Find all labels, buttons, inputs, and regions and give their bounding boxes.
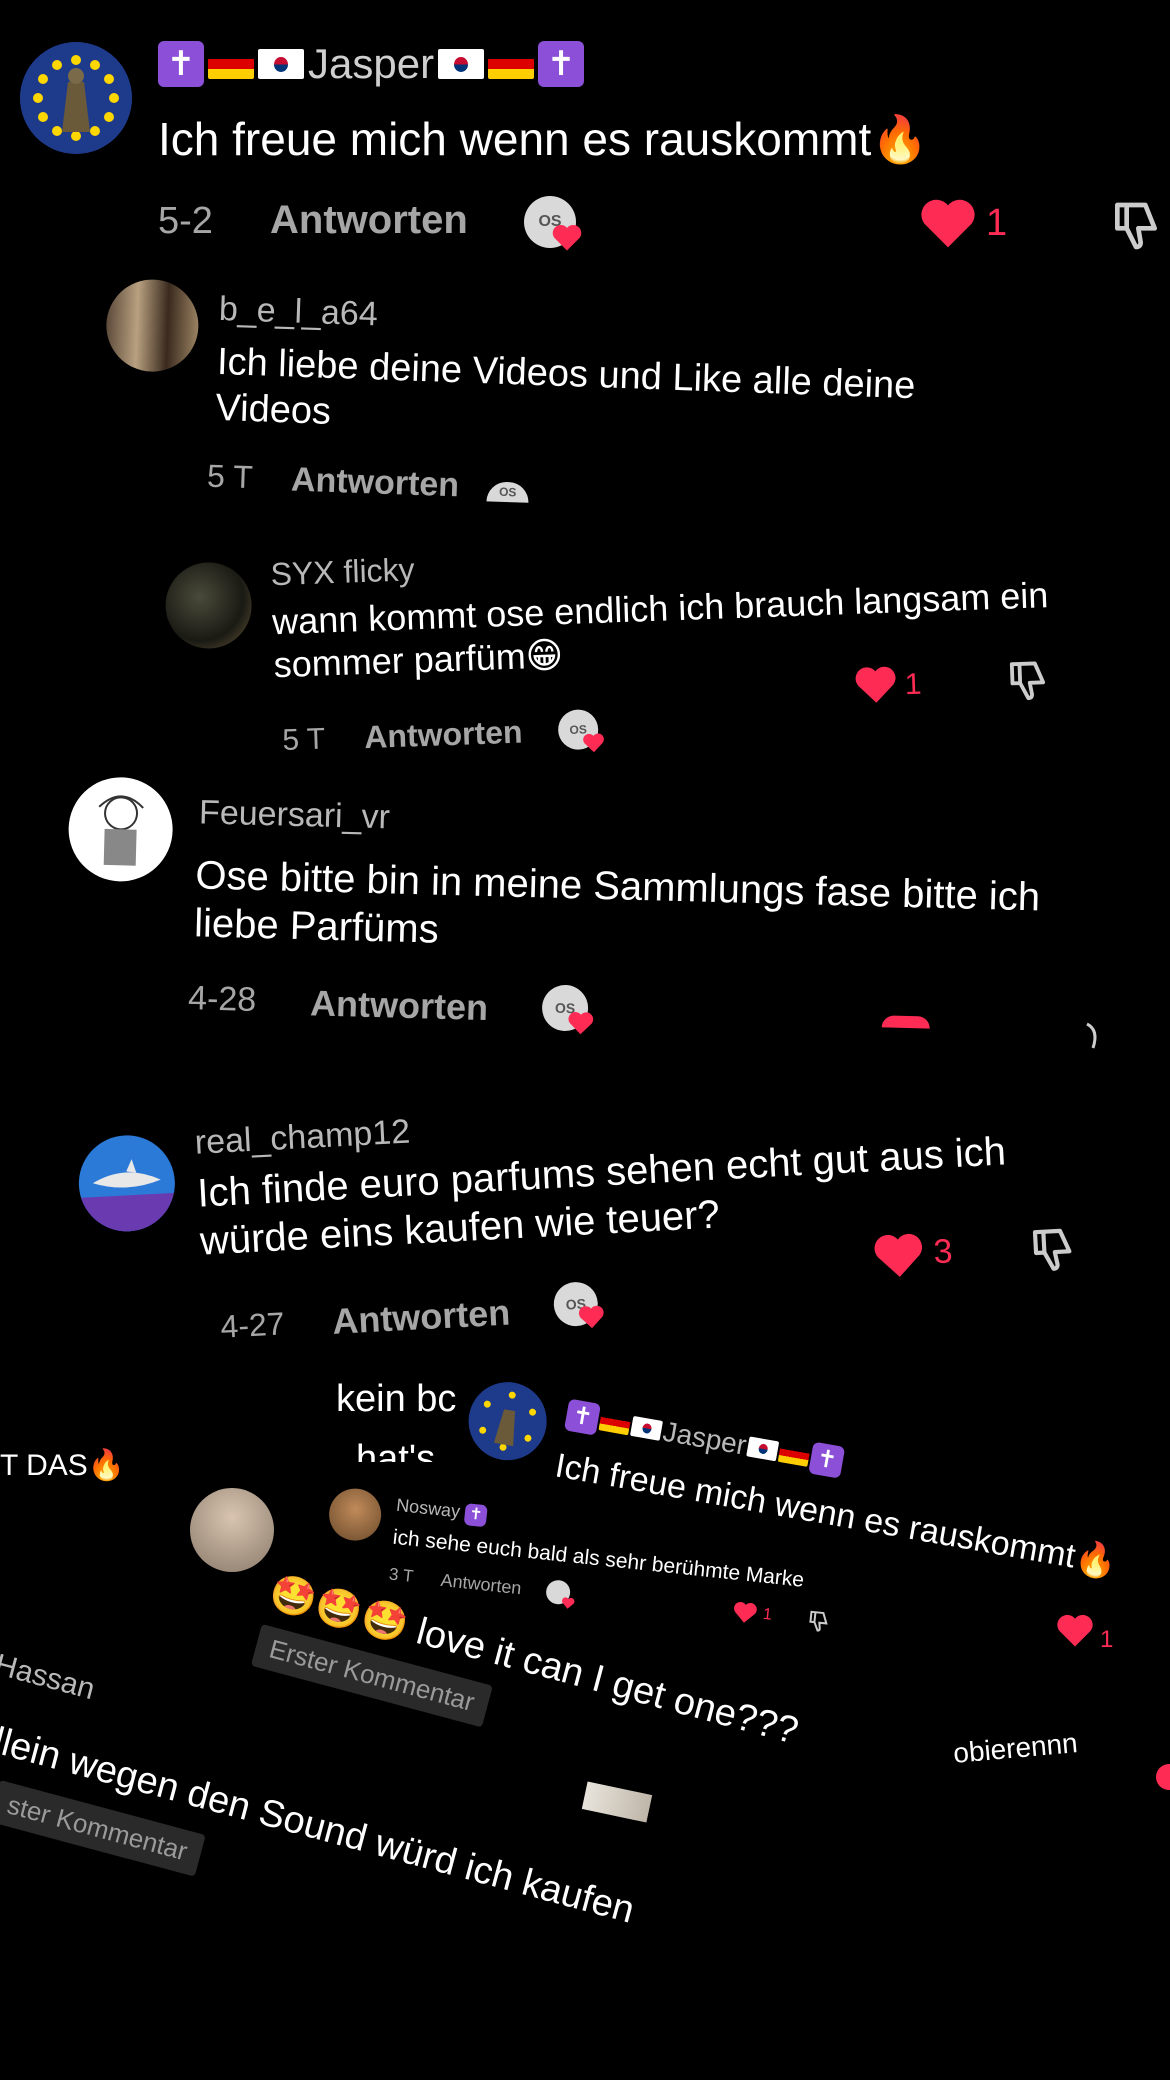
comment-text: Ich freue mich wenn es rauskommt🔥	[158, 113, 929, 165]
comment-feuersari: Feuersari_vr Ose bitte bin in meine Samm…	[63, 776, 1130, 1084]
username[interactable]: b_e_l_a64	[218, 290, 378, 335]
dislike-icon[interactable]	[1108, 198, 1164, 254]
username[interactable]: Feuersari_vr	[199, 793, 391, 837]
cross-emoji-icon: ✝	[463, 1503, 488, 1528]
fire-emoji-icon: 🔥	[87, 1449, 126, 1482]
avatar[interactable]	[20, 42, 132, 154]
heart-icon	[578, 1305, 604, 1329]
comment-bela: b_e_l_a64 Ich liebe deine Videos und Lik…	[100, 278, 1008, 549]
like-count: 1	[904, 667, 923, 702]
comment-date: 5 T	[206, 457, 254, 496]
fragment-kein: kein bc	[336, 1378, 457, 1420]
comment-date: 4-28	[187, 979, 257, 1019]
creator-like-badge: OS	[541, 984, 594, 1035]
reply-button[interactable]: Antworten	[331, 1292, 511, 1343]
heart-icon	[562, 1597, 575, 1609]
like-heart-icon[interactable]	[920, 198, 976, 250]
korea-flag-icon	[629, 1415, 663, 1441]
avatar[interactable]	[462, 1376, 553, 1467]
reply-button[interactable]: Antworten	[310, 982, 489, 1029]
shark-avatar-icon	[79, 1159, 178, 1234]
creator-like-badge: OS	[552, 1280, 604, 1329]
korea-flag-icon	[258, 49, 304, 79]
reply-button[interactable]: Antworten	[440, 1570, 523, 1599]
like-count: 1	[762, 1605, 773, 1624]
dislike-icon[interactable]	[1026, 1224, 1079, 1277]
heart-icon	[552, 224, 582, 251]
reply-button[interactable]: Antworten	[364, 714, 523, 756]
eu-stars-icon	[468, 1382, 547, 1461]
like-heart-icon[interactable]	[873, 1232, 925, 1281]
drawing-avatar-icon	[98, 795, 144, 866]
comment-text: Ich liebe deine Videos und Like alle dei…	[214, 340, 917, 433]
like-heart-icon[interactable]	[1056, 1614, 1094, 1648]
username[interactable]: SYX flicky	[270, 551, 415, 593]
heart-icon	[568, 1012, 594, 1035]
comment-date: 4-27	[219, 1305, 286, 1345]
avatar[interactable]	[190, 1488, 274, 1572]
fire-emoji-icon: 🔥	[871, 113, 929, 165]
avatar[interactable]	[164, 560, 254, 650]
germany-flag-icon	[777, 1442, 811, 1467]
reply-button[interactable]: Antworten	[270, 198, 468, 243]
like-heart-icon[interactable]	[732, 1601, 758, 1625]
comment-date: 3 T	[388, 1564, 415, 1586]
avatar[interactable]	[326, 1486, 384, 1544]
heart-icon	[583, 733, 604, 753]
cross-emoji-icon: ✝	[158, 41, 204, 87]
germany-flag-icon	[598, 1410, 632, 1436]
creator-like-badge: OS	[524, 196, 582, 251]
comment-date: 5 T	[281, 722, 326, 757]
username[interactable]: real_champ12	[194, 1113, 411, 1163]
germany-flag-icon	[488, 49, 535, 79]
germany-flag-icon	[208, 49, 254, 79]
comment-text: Ose bitte bin in meine Sammlungs fase bi…	[193, 853, 1041, 952]
avatar[interactable]	[67, 776, 174, 883]
like-count: 1	[986, 202, 1008, 244]
creator-like-badge: OS	[486, 481, 530, 503]
cross-emoji-icon: ✝	[808, 1441, 846, 1479]
comment-syx: SYX flicky wann kommt ose endlich ich br…	[164, 528, 1091, 780]
avatar[interactable]	[104, 278, 200, 374]
username[interactable]: ✝ Jasper ✝	[158, 40, 585, 88]
like-heart-icon[interactable]	[854, 665, 897, 706]
comment-date: 5-2	[158, 200, 213, 242]
like-heart-icon-partial[interactable]	[881, 1015, 930, 1029]
dislike-icon[interactable]	[1004, 657, 1052, 705]
creator-like-badge: OS	[557, 708, 604, 753]
cross-emoji-icon: ✝	[563, 1398, 602, 1436]
username-hassan[interactable]: Hassan	[0, 1648, 98, 1707]
like-count: 3	[932, 1232, 954, 1272]
comment-text: wann kommt ose endlich ich brauch langsa…	[271, 574, 1049, 686]
avatar[interactable]	[76, 1132, 178, 1234]
thumbnail-fragment	[581, 1781, 653, 1823]
dislike-icon[interactable]	[805, 1608, 831, 1634]
dislike-icon-partial[interactable]	[1080, 1018, 1106, 1054]
eu-stars-icon	[20, 42, 132, 154]
fire-emoji-icon: 🔥	[1071, 1538, 1120, 1583]
fragment-das: T DAS🔥	[0, 1449, 126, 1482]
reply-button[interactable]: Antworten	[290, 461, 459, 506]
comment-realchamp: real_champ12 Ich finde euro parfums sehe…	[76, 1075, 1149, 1400]
cross-emoji-icon: ✝	[538, 41, 585, 87]
korea-flag-icon	[438, 49, 485, 79]
fragment-thats: hat's	[356, 1438, 436, 1462]
like-heart-icon-partial[interactable]	[1156, 1764, 1170, 1790]
creator-like-badge	[544, 1579, 575, 1609]
like-count: 1	[1100, 1626, 1114, 1653]
korea-flag-icon	[746, 1436, 780, 1462]
